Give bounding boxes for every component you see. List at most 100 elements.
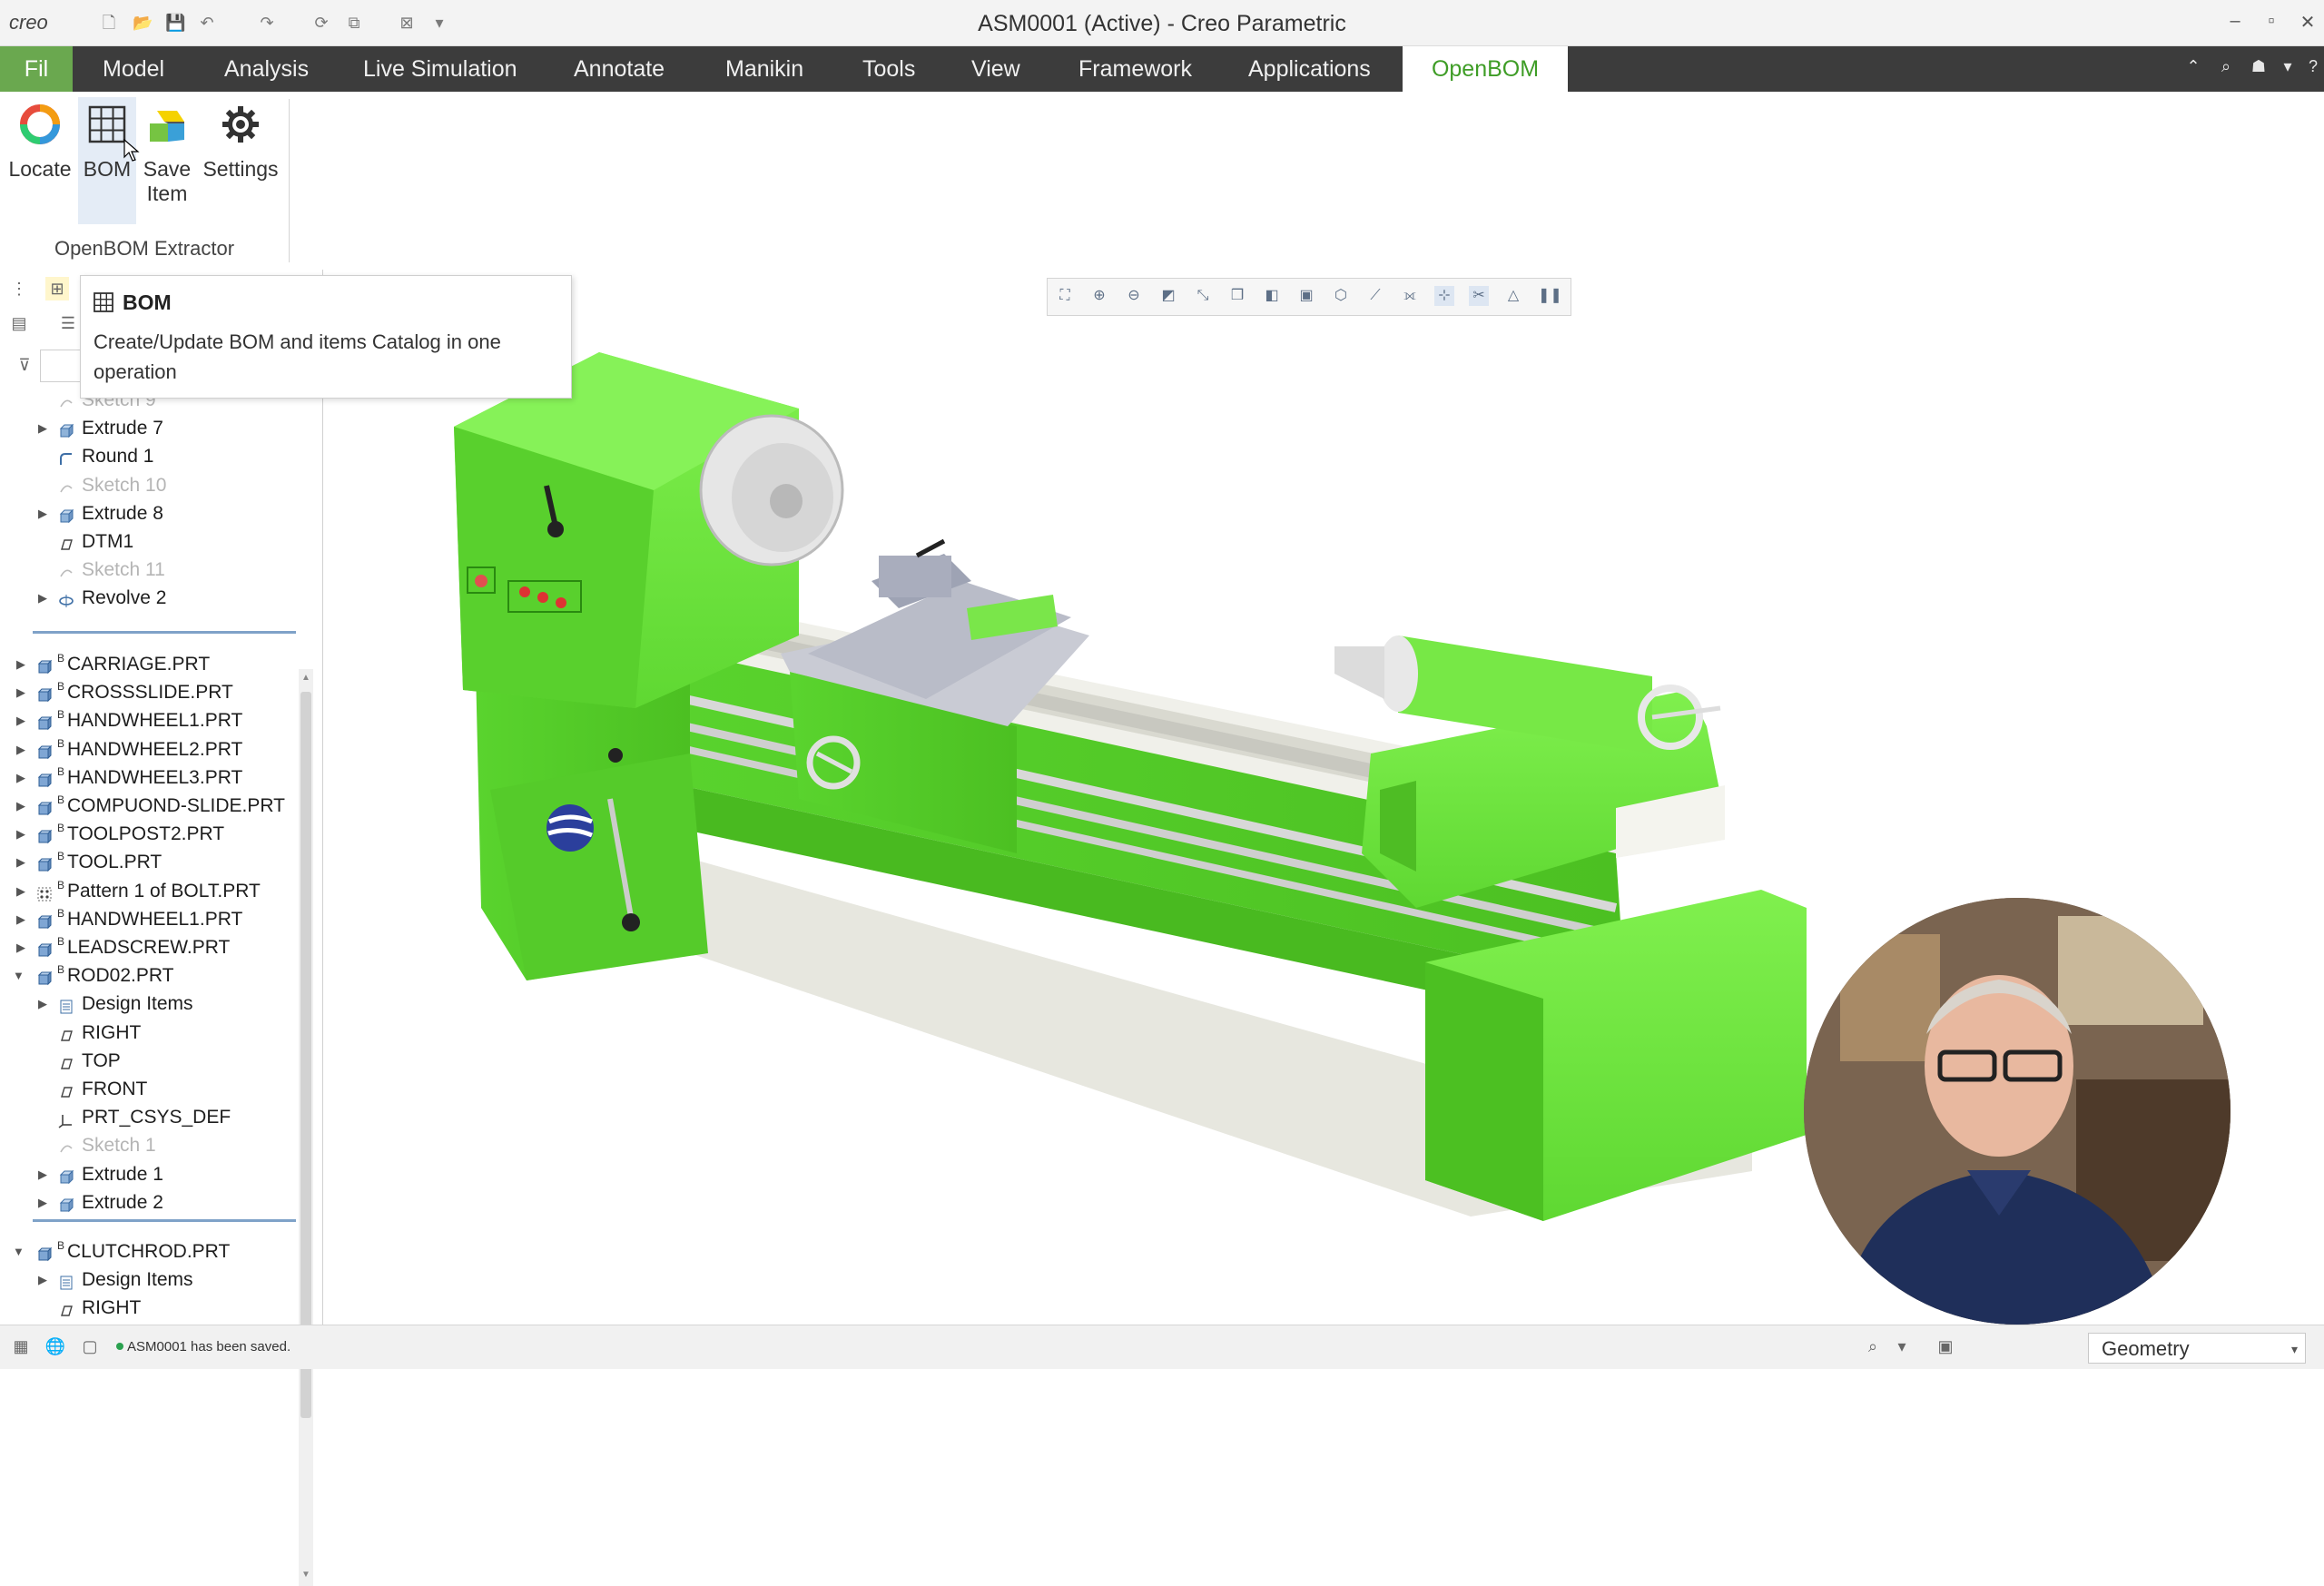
show-navigator-icon[interactable]: ▦ xyxy=(9,1335,33,1358)
reorient-icon[interactable]: ⤡ xyxy=(1193,286,1213,306)
tree-item[interactable]: DTM1 xyxy=(0,527,296,556)
tree-item-part[interactable]: ▶ HANDWHEEL2.PRT B xyxy=(0,735,296,763)
tree-item[interactable]: TOP xyxy=(0,1047,296,1075)
expand-arrow-icon[interactable]: ▶ xyxy=(15,678,27,706)
expand-arrow-icon[interactable]: ▶ xyxy=(15,848,27,876)
settings-button[interactable]: Settings xyxy=(198,97,283,182)
expand-arrow-icon[interactable]: ▶ xyxy=(36,499,49,527)
tree-item-part[interactable]: ▶ COMPUOND-SLIDE.PRT B xyxy=(0,792,296,820)
menu-annotate[interactable]: Annotate xyxy=(574,46,665,92)
datum-display-icon[interactable]: ⟋ xyxy=(1365,286,1385,306)
filter-icon[interactable]: ⊽ xyxy=(13,353,36,377)
saved-orientations-icon[interactable]: ❒ xyxy=(1227,286,1247,306)
tree-item[interactable]: RIGHT xyxy=(0,1019,296,1047)
tree-item-part[interactable]: ▶ CARRIAGE.PRT B xyxy=(0,650,296,678)
collapse-arrow-icon[interactable]: ▼ xyxy=(13,969,25,982)
save-item-button[interactable]: Save Item xyxy=(138,97,196,206)
collapse-arrow-icon[interactable]: ▼ xyxy=(13,1245,25,1258)
maximize-button[interactable]: ▫ xyxy=(2259,11,2284,32)
expand-arrow-icon[interactable]: ▶ xyxy=(15,792,27,820)
tree-item[interactable]: ▶ Extrude 7 xyxy=(0,414,296,442)
model-tree-tab-icon[interactable]: ⋮ xyxy=(7,277,31,300)
tree-item-part[interactable]: ▶ CROSSSLIDE.PRT B xyxy=(0,678,296,706)
zoom-in-icon[interactable]: ⊕ xyxy=(1089,286,1109,306)
tree-item[interactable]: ▶ Design Items xyxy=(0,990,296,1018)
command-search-icon[interactable]: ⌕ xyxy=(2215,57,2237,76)
section-icon[interactable]: ✂ xyxy=(1469,286,1489,306)
tree-item-part[interactable]: ▶ TOOL.PRT B xyxy=(0,848,296,876)
menu-manikin[interactable]: Manikin xyxy=(725,46,803,92)
tree-item[interactable]: ▶ Extrude 2 xyxy=(0,1188,296,1217)
repaint-icon[interactable]: ◩ xyxy=(1158,286,1178,306)
tree-settings-icon[interactable]: ☰ xyxy=(56,311,80,335)
menu-live-simulation[interactable]: Live Simulation xyxy=(363,46,517,92)
tree-item[interactable]: Sketch 10 xyxy=(0,471,296,499)
tree-item[interactable]: PRT_CSYS_DEF xyxy=(0,1103,296,1131)
tree-item-part[interactable]: ▶ TOOLPOST2.PRT B xyxy=(0,820,296,848)
expand-arrow-icon[interactable]: ▶ xyxy=(15,650,27,678)
menu-tools[interactable]: Tools xyxy=(862,46,915,92)
expand-arrow-icon[interactable]: ▶ xyxy=(15,877,27,905)
expand-arrow-icon[interactable]: ▶ xyxy=(15,735,27,763)
tree-item-rod02[interactable]: ROD02.PRT B xyxy=(0,961,296,990)
expand-arrow-icon[interactable]: ▶ xyxy=(36,1160,49,1188)
layer-tree-icon[interactable]: ▤ xyxy=(7,311,31,335)
zoom-out-icon[interactable]: ⊖ xyxy=(1124,286,1144,306)
tree-item[interactable]: Sketch 1 xyxy=(0,1131,296,1159)
tree-item[interactable]: RIGHT xyxy=(0,1294,296,1322)
menu-file[interactable]: Fil xyxy=(0,46,73,92)
folder-browser-tab-icon[interactable]: ⊞ xyxy=(45,277,69,300)
expand-arrow-icon[interactable]: ▶ xyxy=(36,1188,49,1217)
expand-arrow-icon[interactable]: ▶ xyxy=(15,933,27,961)
learning-connector-icon[interactable]: ☗ xyxy=(2248,57,2270,76)
tree-item-clutchrod[interactable]: CLUTCHROD.PRT B xyxy=(0,1237,296,1266)
scroll-down-icon[interactable]: ▼ xyxy=(300,1570,311,1580)
tree-scrollbar-thumb[interactable] xyxy=(300,692,311,1418)
menu-openbom[interactable]: OpenBOM xyxy=(1403,46,1568,92)
tree-item[interactable]: ▶ Design Items xyxy=(0,1266,296,1294)
selection-buffer-icon[interactable]: ▣ xyxy=(1934,1335,1957,1358)
tree-item[interactable]: ▶ Extrude 8 xyxy=(0,499,296,527)
close-button[interactable]: ✕ xyxy=(2295,11,2320,34)
expand-arrow-icon[interactable]: ▶ xyxy=(36,1266,49,1294)
expand-arrow-icon[interactable]: ▶ xyxy=(15,763,27,792)
tree-item-part[interactable]: ▶ HANDWHEEL1.PRT B xyxy=(0,706,296,734)
tree-item[interactable]: ▶ Revolve 2 xyxy=(0,584,296,612)
tree-item-part[interactable]: ▶ HANDWHEEL3.PRT B xyxy=(0,763,296,792)
tree-item[interactable]: Round 1 xyxy=(0,442,296,470)
expand-arrow-icon[interactable]: ▶ xyxy=(36,414,49,442)
tree-item[interactable]: FRONT xyxy=(0,1075,296,1103)
tree-item-part[interactable]: ▶ Pattern 1 of BOLT.PRT B xyxy=(0,877,296,905)
refit-icon[interactable]: ⛶ xyxy=(1055,286,1075,306)
menu-framework[interactable]: Framework xyxy=(1078,46,1192,92)
scroll-up-icon[interactable]: ▲ xyxy=(300,673,311,683)
expand-arrow-icon[interactable]: ▶ xyxy=(15,905,27,933)
pause-animation-icon[interactable]: ❚❚ xyxy=(1538,286,1562,306)
spin-center-icon[interactable]: ⊹ xyxy=(1434,286,1454,306)
minimize-button[interactable]: – xyxy=(2222,11,2248,32)
menu-model[interactable]: Model xyxy=(103,46,164,92)
tree-item[interactable]: Sketch 11 xyxy=(0,556,296,584)
expand-arrow-icon[interactable]: ▶ xyxy=(36,990,49,1018)
selection-filter-select[interactable]: Geometry ▾ xyxy=(2088,1333,2306,1364)
show-browser-icon[interactable]: 🌐 xyxy=(44,1335,67,1358)
perspective-icon[interactable]: ▣ xyxy=(1296,286,1316,306)
menu-applications[interactable]: Applications xyxy=(1248,46,1371,92)
full-screen-icon[interactable]: ▢ xyxy=(78,1335,102,1358)
menu-analysis[interactable]: Analysis xyxy=(224,46,309,92)
annotation-display-icon[interactable]: ⟗ xyxy=(1400,286,1420,306)
expand-arrow-icon[interactable]: ▶ xyxy=(15,706,27,734)
tree-item-part[interactable]: ▶ HANDWHEEL1.PRT B xyxy=(0,905,296,933)
view-manager-icon[interactable]: ⬡ xyxy=(1331,286,1351,306)
tree-item-part[interactable]: ▶ LEADSCREW.PRT B xyxy=(0,933,296,961)
find-icon[interactable]: ⌕ xyxy=(1861,1335,1885,1358)
tree-item[interactable]: ▶ Extrude 1 xyxy=(0,1160,296,1188)
find-dropdown-icon[interactable]: ▾ xyxy=(1890,1335,1914,1358)
menu-view[interactable]: View xyxy=(971,46,1020,92)
help-icon[interactable]: ? xyxy=(2302,57,2324,76)
expand-arrow-icon[interactable]: ▶ xyxy=(15,820,27,848)
expand-arrow-icon[interactable]: ▶ xyxy=(36,584,49,612)
locate-button[interactable]: Locate xyxy=(4,97,76,182)
settings-dropdown-icon[interactable]: ▾ xyxy=(2277,57,2299,76)
display-style-icon[interactable]: ◧ xyxy=(1262,286,1282,306)
